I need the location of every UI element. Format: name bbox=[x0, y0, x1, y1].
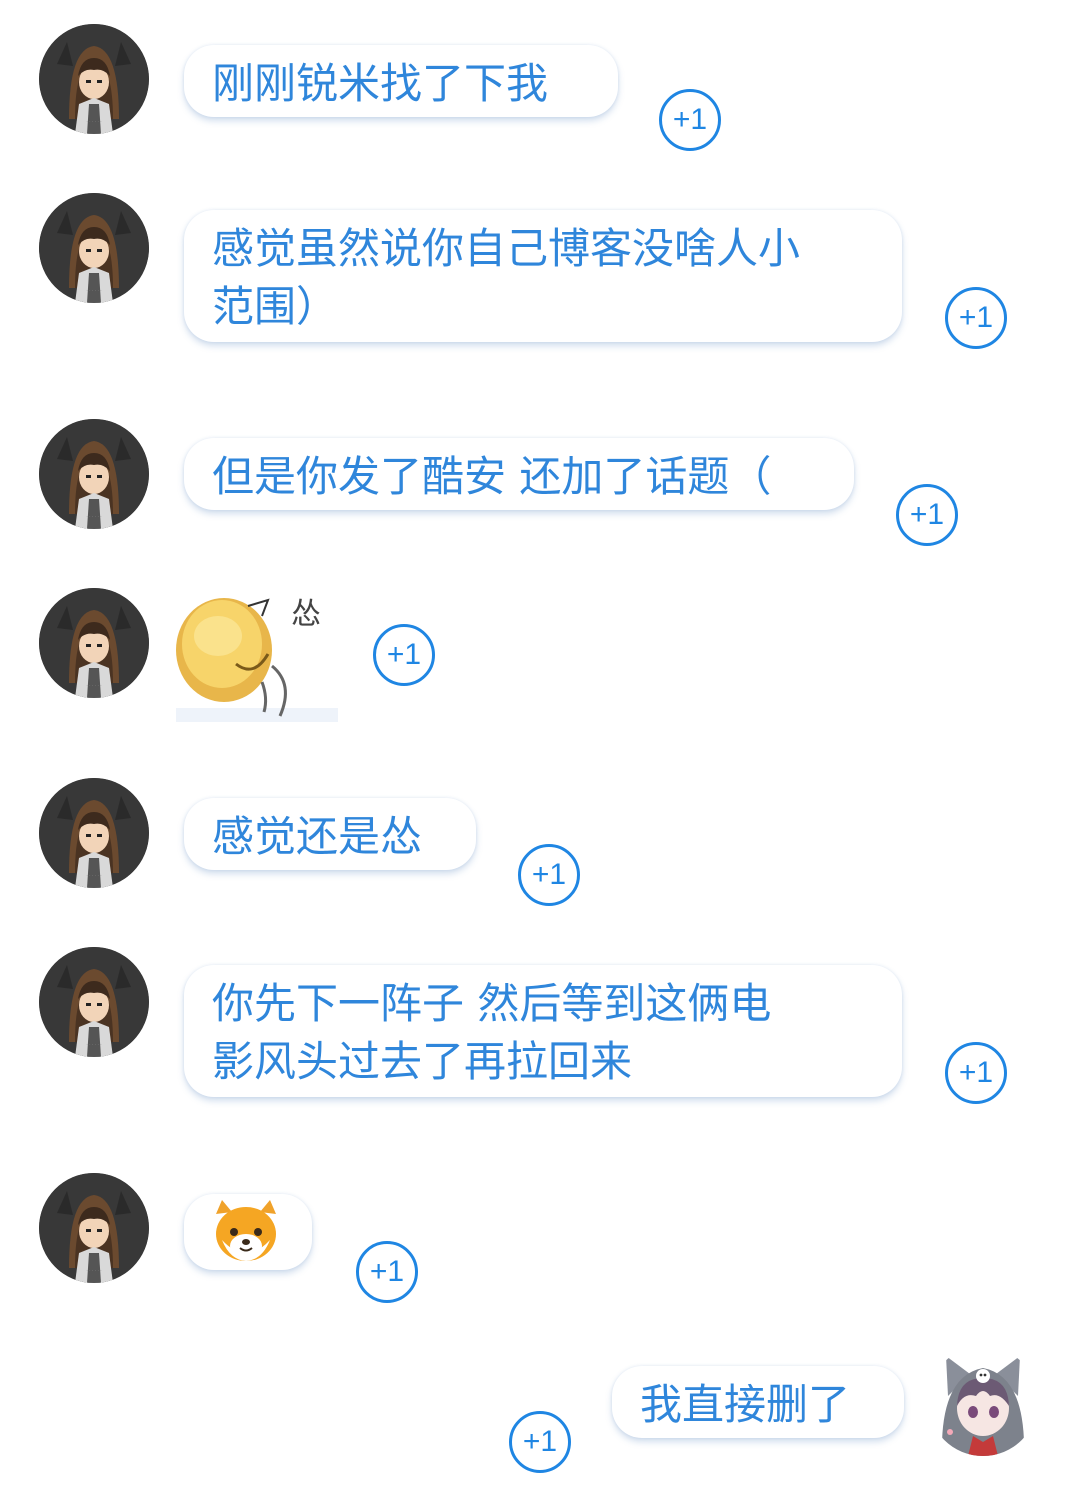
self-avatar[interactable] bbox=[928, 1346, 1038, 1456]
sender-avatar[interactable] bbox=[39, 419, 149, 529]
plus-one-button-4[interactable]: +1 bbox=[373, 624, 435, 686]
message-text-line: 影风头过去了再拉回来 bbox=[212, 1037, 633, 1086]
message-text: 我直接删了 bbox=[640, 1380, 851, 1429]
plus-one-button-2[interactable]: +1 bbox=[945, 287, 1007, 349]
hooded-boy-avatar-icon bbox=[39, 419, 149, 529]
wolf-hood-girl-avatar-icon bbox=[928, 1346, 1038, 1456]
sender-avatar[interactable] bbox=[39, 193, 149, 303]
message-text: 刚刚锐米找了下我 bbox=[212, 59, 549, 108]
sender-avatar[interactable] bbox=[39, 778, 149, 888]
message-text-line: 范围） bbox=[212, 282, 339, 331]
hooded-boy-avatar-icon bbox=[39, 588, 149, 698]
message-text-line: 感觉虽然说你自己博客没啥人小 bbox=[212, 224, 801, 273]
message-text: 感觉还是怂 bbox=[212, 812, 423, 861]
hooded-boy-avatar-icon bbox=[39, 947, 149, 1057]
plus-one-button-8[interactable]: +1 bbox=[509, 1411, 571, 1473]
message-bubble-1[interactable]: 刚刚锐米找了下我 bbox=[184, 45, 618, 117]
sender-avatar[interactable] bbox=[39, 588, 149, 698]
sender-avatar[interactable] bbox=[39, 947, 149, 1057]
message-bubble-3[interactable]: 但是你发了酷安 还加了话题（ bbox=[184, 438, 854, 510]
hooded-boy-avatar-icon bbox=[39, 193, 149, 303]
message-text-line: 你先下一阵子 然后等到这俩电 bbox=[212, 979, 772, 1028]
hooded-boy-avatar-icon bbox=[39, 24, 149, 134]
hooded-boy-avatar-icon bbox=[39, 1173, 149, 1283]
message-bubble-6[interactable]: 你先下一阵子 然后等到这俩电 影风头过去了再拉回来 bbox=[184, 965, 902, 1097]
message-bubble-7[interactable] bbox=[184, 1194, 312, 1270]
plus-one-button-7[interactable]: +1 bbox=[356, 1241, 418, 1303]
plus-one-button-1[interactable]: +1 bbox=[659, 89, 721, 151]
plus-one-button-6[interactable]: +1 bbox=[945, 1042, 1007, 1104]
sticker-caption: 怂 bbox=[291, 597, 321, 632]
hooded-boy-avatar-icon bbox=[39, 778, 149, 888]
message-bubble-8[interactable]: 我直接删了 bbox=[612, 1366, 904, 1438]
smiling-ball-sticker-icon: 怂 bbox=[176, 586, 338, 722]
plus-one-button-3[interactable]: +1 bbox=[896, 484, 958, 546]
message-bubble-5[interactable]: 感觉还是怂 bbox=[184, 798, 476, 870]
message-text: 但是你发了酷安 还加了话题（ bbox=[212, 452, 772, 501]
sender-avatar[interactable] bbox=[39, 24, 149, 134]
message-bubble-2[interactable]: 感觉虽然说你自己博客没啥人小 范围） bbox=[184, 210, 902, 342]
smiling-ball-sticker[interactable]: 怂 bbox=[176, 586, 338, 722]
shiba-dog-emoji-icon bbox=[216, 1200, 276, 1261]
plus-one-button-5[interactable]: +1 bbox=[518, 844, 580, 906]
sender-avatar[interactable] bbox=[39, 1173, 149, 1283]
